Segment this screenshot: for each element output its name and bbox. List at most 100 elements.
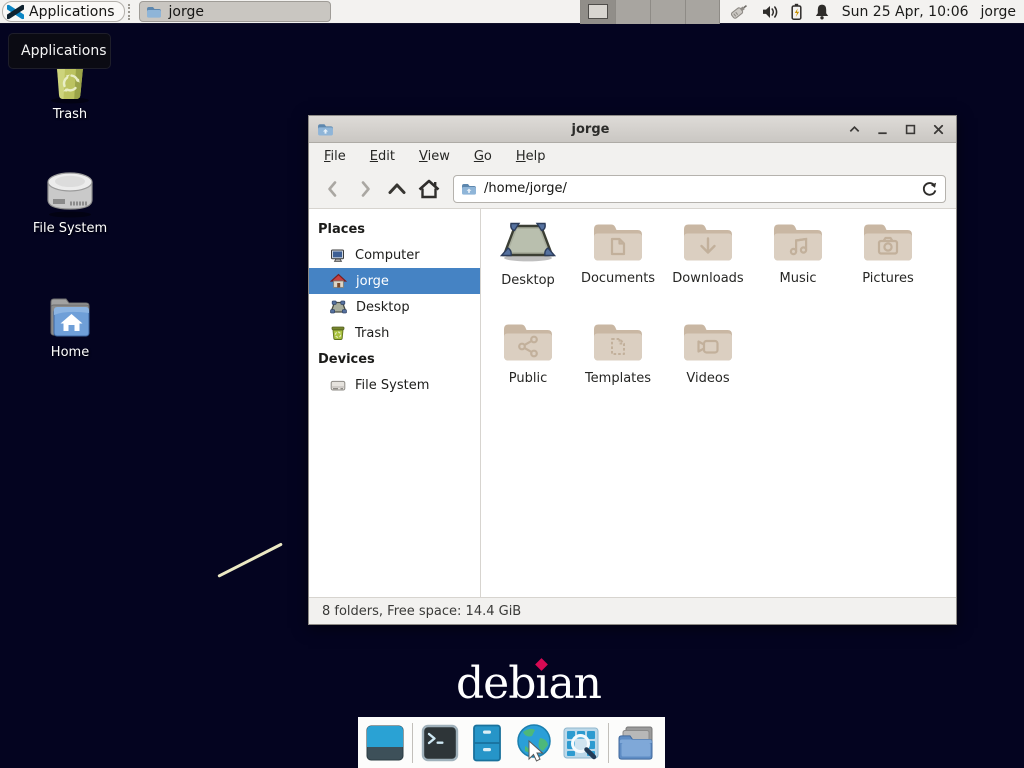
applications-tooltip: Applications bbox=[8, 33, 111, 69]
sidebar-item-computer[interactable]: Computer bbox=[309, 242, 480, 268]
folder-view[interactable]: Desktop Documents bbox=[481, 209, 956, 597]
sidebar: Places Computer jorge bbox=[309, 209, 481, 597]
panel-drag-handle[interactable] bbox=[128, 4, 134, 20]
desktop-icon-label: Home bbox=[51, 345, 89, 360]
debian-logo: debıan bbox=[456, 658, 601, 709]
folder-item-templates[interactable]: Templates bbox=[573, 309, 663, 409]
folder-item-public[interactable]: Public bbox=[483, 309, 573, 409]
dock-web-browser-button[interactable] bbox=[514, 722, 554, 764]
close-button[interactable] bbox=[931, 122, 946, 137]
dock-panel bbox=[358, 717, 665, 768]
sidebar-item-file-system[interactable]: File System bbox=[309, 372, 480, 398]
folder-item-music[interactable]: Music bbox=[753, 209, 843, 309]
path-input[interactable]: /home/jorge/ bbox=[484, 181, 914, 196]
hard-drive-icon bbox=[43, 168, 97, 218]
file-cabinet-icon bbox=[467, 723, 507, 763]
folder-item-videos[interactable]: Videos bbox=[663, 309, 753, 409]
folder-item-pictures[interactable]: Pictures bbox=[843, 209, 933, 309]
workspace-2[interactable] bbox=[615, 0, 650, 24]
back-button[interactable] bbox=[317, 174, 349, 204]
dock-file-manager-button[interactable] bbox=[616, 722, 656, 764]
toolbar: /home/jorge/ bbox=[309, 169, 956, 209]
sidebar-header-places: Places bbox=[309, 216, 480, 242]
desktop-icon-home[interactable]: Home bbox=[22, 294, 118, 360]
applications-menu-button[interactable]: Applications bbox=[2, 1, 125, 22]
folder-item-downloads[interactable]: Downloads bbox=[663, 209, 753, 309]
music-notes-glyph bbox=[771, 220, 825, 264]
network-cable-icon[interactable] bbox=[728, 2, 750, 21]
workspace-window-preview bbox=[588, 4, 608, 19]
forward-button[interactable] bbox=[349, 174, 381, 204]
desktop-icon bbox=[330, 300, 347, 315]
file-manager-window: jorge File Edit View Go Help bbox=[308, 115, 957, 625]
video-camera-glyph bbox=[681, 320, 735, 364]
application-finder-icon bbox=[561, 723, 601, 763]
menu-view[interactable]: View bbox=[419, 149, 450, 164]
applications-tooltip-text: Applications bbox=[21, 43, 107, 59]
path-folder-icon bbox=[461, 182, 477, 196]
sidebar-header-devices: Devices bbox=[309, 346, 480, 372]
battery-charging-icon[interactable] bbox=[790, 3, 803, 21]
taskbar-window-button[interactable]: jorge bbox=[139, 1, 331, 22]
menu-file[interactable]: File bbox=[324, 149, 346, 164]
maximize-button[interactable] bbox=[903, 122, 918, 137]
window-titlebar[interactable]: jorge bbox=[309, 116, 956, 143]
panel-clock[interactable]: Sun 25 Apr, 10:06 bbox=[842, 4, 969, 20]
folder-grid: Desktop Documents bbox=[483, 209, 943, 409]
sidebar-item-label: jorge bbox=[356, 274, 389, 289]
folder-item-desktop[interactable]: Desktop bbox=[483, 209, 573, 309]
desktop-icon-file-system[interactable]: File System bbox=[22, 168, 118, 236]
dock-show-desktop-button[interactable] bbox=[365, 722, 405, 764]
dock-file-cabinet-button[interactable] bbox=[467, 722, 507, 764]
notifications-bell-icon[interactable] bbox=[814, 3, 830, 20]
menu-edit[interactable]: Edit bbox=[370, 149, 395, 164]
wallpaper-line-artifact bbox=[217, 542, 283, 577]
share-glyph bbox=[501, 320, 555, 364]
sidebar-item-label: Computer bbox=[355, 248, 420, 263]
window-title: jorge bbox=[334, 122, 847, 137]
panel-user-menu[interactable]: jorge bbox=[981, 4, 1016, 20]
menu-help[interactable]: Help bbox=[516, 149, 546, 164]
dock-terminal-button[interactable] bbox=[420, 722, 460, 764]
applications-menu-label: Applications bbox=[29, 4, 115, 20]
home-button[interactable] bbox=[413, 174, 445, 204]
workspace-1[interactable] bbox=[580, 0, 615, 24]
workspace-4[interactable] bbox=[685, 0, 720, 24]
sidebar-item-jorge[interactable]: jorge bbox=[309, 268, 480, 294]
shade-button[interactable] bbox=[847, 122, 862, 137]
xfce-applications-icon bbox=[7, 4, 24, 20]
sidebar-item-trash[interactable]: Trash bbox=[309, 320, 480, 346]
menu-go[interactable]: Go bbox=[474, 149, 492, 164]
up-button[interactable] bbox=[381, 174, 413, 204]
terminal-icon bbox=[420, 723, 460, 763]
workspace-3[interactable] bbox=[650, 0, 685, 24]
statusbar: 8 folders, Free space: 14.4 GiB bbox=[309, 597, 956, 624]
menubar: File Edit View Go Help bbox=[309, 143, 956, 169]
home-folder-icon bbox=[44, 294, 96, 342]
top-panel: Applications jorge bbox=[0, 0, 1024, 24]
status-text: 8 folders, Free space: 14.4 GiB bbox=[322, 604, 521, 619]
volume-icon[interactable] bbox=[761, 4, 779, 20]
desktop-icon-label: Trash bbox=[53, 107, 87, 122]
folder-item-documents[interactable]: Documents bbox=[573, 209, 663, 309]
download-arrow-glyph bbox=[681, 220, 735, 264]
dock-separator bbox=[608, 723, 609, 763]
sidebar-item-desktop[interactable]: Desktop bbox=[309, 294, 480, 320]
minimize-button[interactable] bbox=[875, 122, 890, 137]
window-folder-icon bbox=[317, 122, 334, 137]
taskbar-window-label: jorge bbox=[169, 4, 204, 20]
sidebar-item-label: Trash bbox=[355, 326, 389, 341]
desktop-icon-label: File System bbox=[33, 221, 107, 236]
path-bar[interactable]: /home/jorge/ bbox=[453, 175, 946, 203]
file-manager-icon bbox=[616, 723, 656, 763]
dock-app-finder-button[interactable] bbox=[561, 722, 601, 764]
web-browser-icon bbox=[514, 723, 554, 763]
reload-icon[interactable] bbox=[921, 180, 938, 197]
template-glyph bbox=[591, 320, 645, 364]
workspace-switcher bbox=[580, 0, 720, 24]
computer-icon bbox=[330, 248, 346, 263]
camera-glyph bbox=[861, 220, 915, 264]
window-controls bbox=[847, 122, 946, 137]
folder-icon bbox=[146, 5, 162, 19]
trash-icon bbox=[330, 325, 346, 341]
